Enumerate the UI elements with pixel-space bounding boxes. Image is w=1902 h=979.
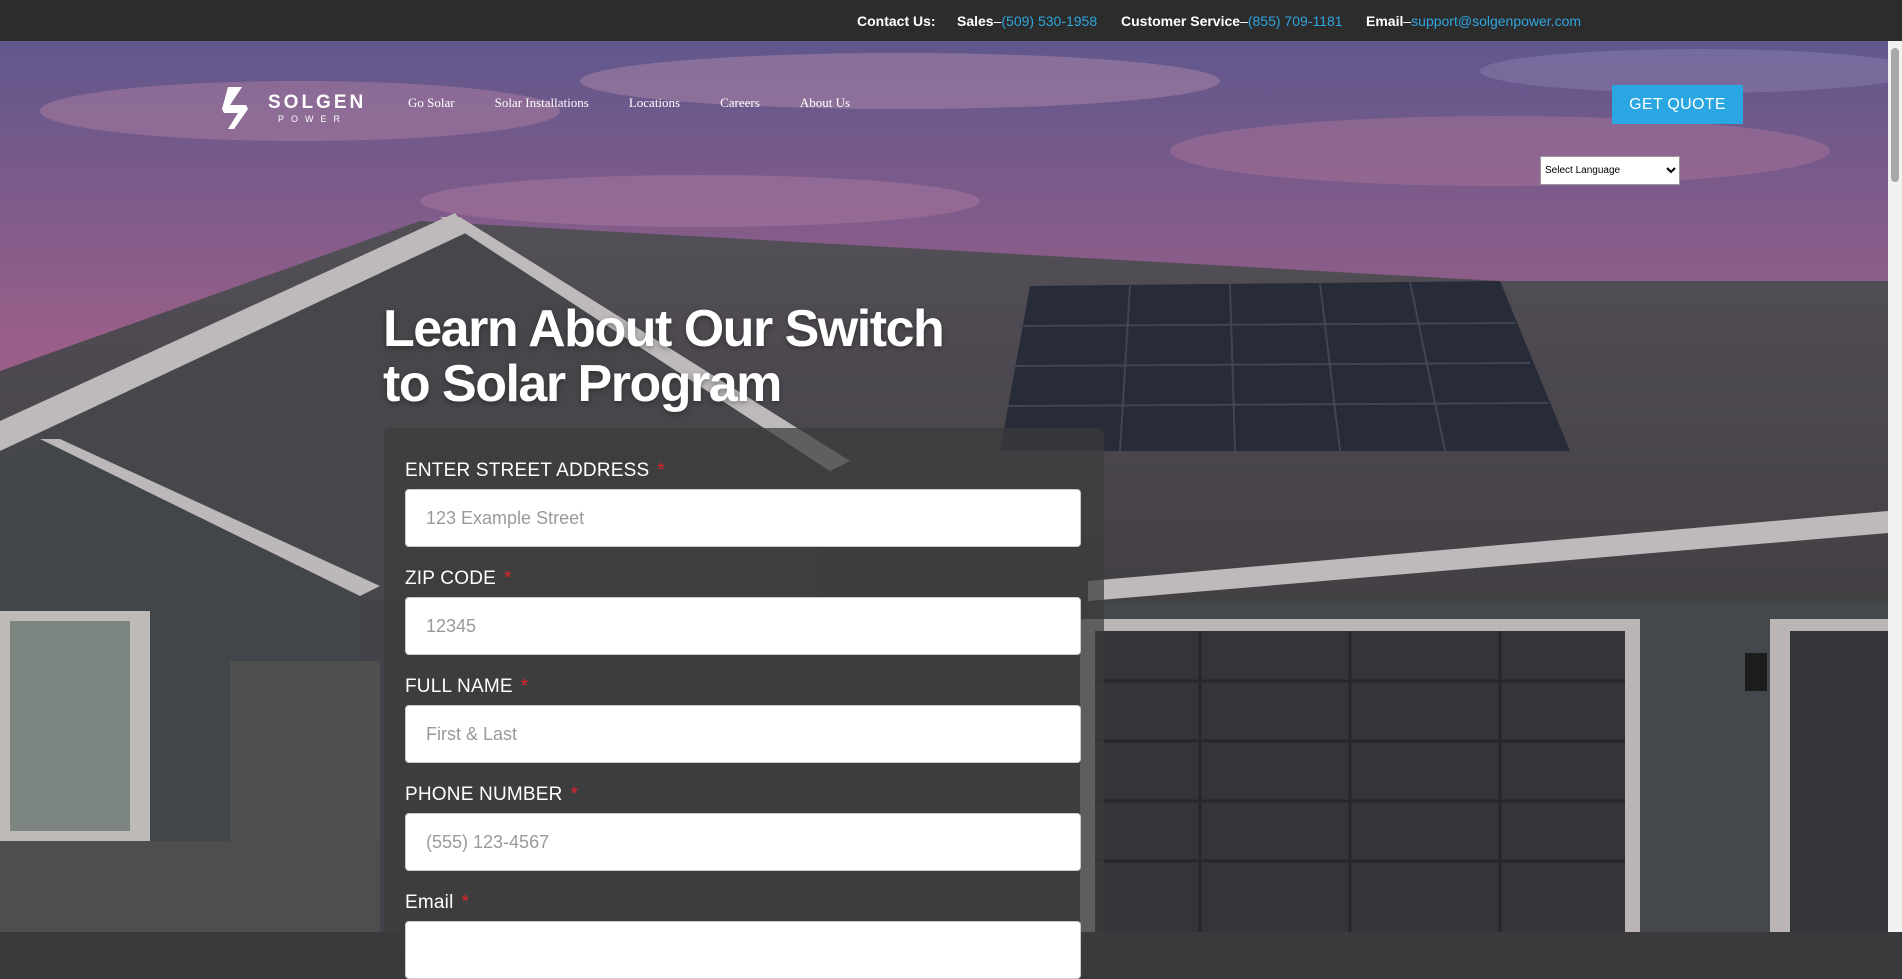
street-address-label-text: ENTER STREET ADDRESS bbox=[405, 460, 650, 481]
solgen-bolt-icon bbox=[222, 87, 248, 129]
get-quote-button[interactable]: GET QUOTE bbox=[1612, 85, 1743, 124]
email-group: Email – support@solgenpower.com bbox=[1366, 0, 1581, 41]
top-contact-bar: Contact Us: Sales – (509) 530-1958 Custom… bbox=[0, 0, 1902, 41]
email-field-label: Email * bbox=[405, 892, 1081, 914]
nav-go-solar[interactable]: Go Solar bbox=[408, 95, 455, 111]
nav-careers[interactable]: Careers bbox=[720, 95, 760, 111]
zip-code-input[interactable] bbox=[405, 597, 1081, 655]
required-asterisk: * bbox=[461, 892, 470, 913]
required-asterisk: * bbox=[520, 676, 529, 697]
full-name-input[interactable] bbox=[405, 705, 1081, 763]
full-name-field: FULL NAME * bbox=[405, 676, 1081, 763]
nav-solar-installations[interactable]: Solar Installations bbox=[495, 95, 589, 111]
main-nav: Go Solar Solar Installations Locations C… bbox=[408, 95, 890, 111]
phone-number-input[interactable] bbox=[405, 813, 1081, 871]
email-label: Email bbox=[1366, 12, 1404, 29]
contact-us-group: Contact Us: bbox=[857, 0, 936, 41]
headline-line-2: to Solar Program bbox=[383, 355, 782, 413]
street-address-label: ENTER STREET ADDRESS * bbox=[405, 460, 1081, 482]
required-asterisk: * bbox=[570, 784, 579, 805]
email-field: Email * bbox=[405, 892, 1081, 979]
email-separator: – bbox=[1403, 12, 1412, 29]
customer-service-separator: – bbox=[1240, 12, 1248, 29]
street-address-input[interactable] bbox=[405, 489, 1081, 547]
hero-headline: Learn About Our Switch to Solar Program bbox=[383, 300, 945, 413]
email-label-text: Email bbox=[405, 892, 454, 913]
customer-service-phone-link[interactable]: (855) 709-1181 bbox=[1248, 13, 1343, 29]
required-asterisk: * bbox=[504, 568, 512, 589]
full-name-label-text: FULL NAME bbox=[405, 676, 513, 697]
sales-separator: – bbox=[993, 12, 1002, 29]
zip-code-label-text: ZIP CODE bbox=[405, 568, 496, 589]
phone-number-field: PHONE NUMBER * bbox=[405, 784, 1081, 871]
zip-code-label: ZIP CODE * bbox=[405, 568, 1081, 590]
zip-code-field: ZIP CODE * bbox=[405, 568, 1081, 655]
language-select[interactable]: Select Language bbox=[1540, 156, 1680, 185]
solgen-logo[interactable]: SOLGEN POWER bbox=[220, 86, 366, 130]
required-asterisk: * bbox=[657, 460, 665, 481]
sales-group: Sales – (509) 530-1958 bbox=[957, 0, 1097, 41]
headline-line-1: Learn About Our Switch bbox=[383, 300, 945, 358]
scrollbar-thumb[interactable] bbox=[1891, 48, 1899, 182]
customer-service-label: Customer Service bbox=[1121, 12, 1241, 29]
full-name-label: FULL NAME * bbox=[405, 676, 1081, 698]
logo-word-power: POWER bbox=[278, 113, 348, 124]
sales-phone-link[interactable]: (509) 530-1958 bbox=[1001, 13, 1097, 29]
phone-number-label: PHONE NUMBER * bbox=[405, 784, 1081, 806]
logo-wordmark: SOLGEN POWER bbox=[268, 93, 366, 124]
street-address-field: ENTER STREET ADDRESS * bbox=[405, 460, 1081, 547]
email-input[interactable] bbox=[405, 921, 1081, 979]
sales-label: Sales bbox=[957, 12, 994, 29]
nav-about-us[interactable]: About Us bbox=[800, 95, 850, 111]
nav-locations[interactable]: Locations bbox=[629, 95, 680, 111]
contact-us-label: Contact Us: bbox=[857, 12, 936, 29]
email-link[interactable]: support@solgenpower.com bbox=[1411, 13, 1581, 29]
customer-service-group: Customer Service – (855) 709-1181 bbox=[1121, 0, 1343, 41]
logo-word-solgen: SOLGEN bbox=[268, 91, 367, 113]
phone-number-label-text: PHONE NUMBER bbox=[405, 784, 563, 805]
